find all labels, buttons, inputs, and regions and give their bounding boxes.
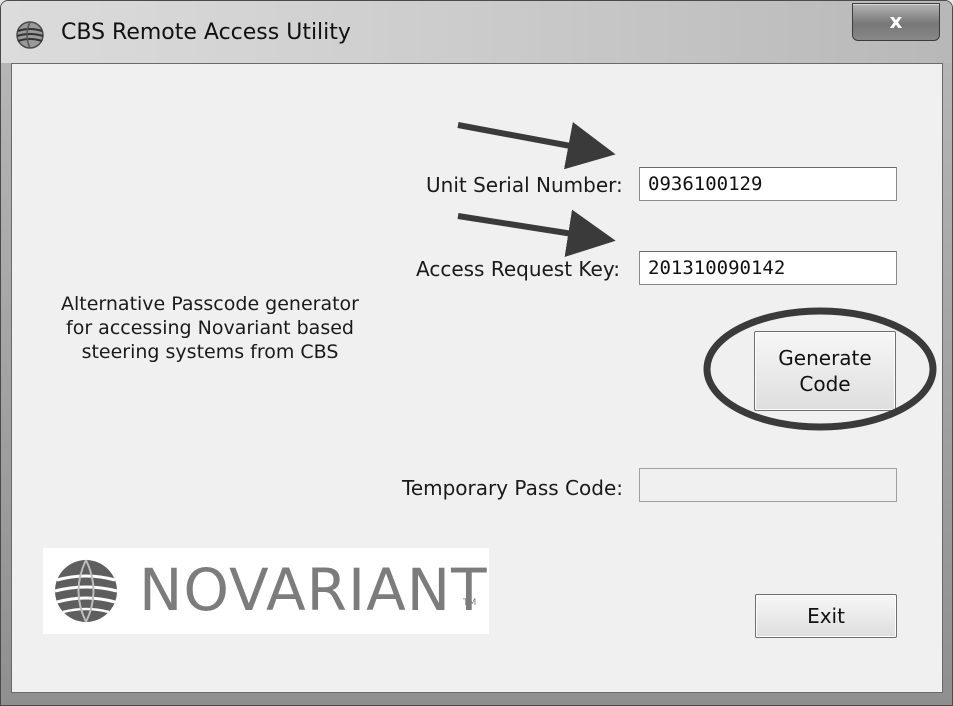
access-key-field[interactable]: 201310090142 [639, 251, 897, 285]
exit-button-label: Exit [807, 604, 845, 628]
temporary-passcode-field[interactable] [639, 468, 897, 502]
exit-button[interactable]: Exit [755, 594, 897, 638]
app-window: CBS Remote Access Utility x Unit Serial … [0, 0, 953, 706]
generate-label-line-1: Generate [778, 346, 872, 370]
serial-number-field[interactable]: 0936100129 [639, 167, 897, 201]
logo-trademark: TM [463, 598, 477, 608]
close-icon: x [889, 9, 903, 33]
passcode-label: Temporary Pass Code: [402, 476, 623, 500]
generate-code-button[interactable]: Generate Code [754, 331, 896, 411]
title-bar[interactable]: CBS Remote Access Utility x [1, 1, 952, 63]
logo-wordmark: NOVARIANT [139, 556, 488, 624]
globe-logo-icon [54, 559, 118, 623]
dialog-body: Unit Serial Number: 0936100129 Access Re… [11, 63, 943, 693]
generate-label-line-2: Code [799, 372, 851, 396]
window-title: CBS Remote Access Utility [61, 20, 351, 45]
access-key-label: Access Request Key: [416, 257, 620, 281]
novariant-logo: NOVARIANT TM [43, 548, 489, 634]
description-line-2: for accessing Novariant based [66, 317, 354, 339]
description-line-3: steering systems from CBS [81, 341, 339, 363]
serial-number-label: Unit Serial Number: [426, 173, 623, 197]
description-text: Alternative Passcode generator for acces… [50, 292, 370, 364]
close-button[interactable]: x [852, 3, 940, 41]
description-line-1: Alternative Passcode generator [60, 293, 359, 315]
globe-app-icon [16, 21, 44, 49]
